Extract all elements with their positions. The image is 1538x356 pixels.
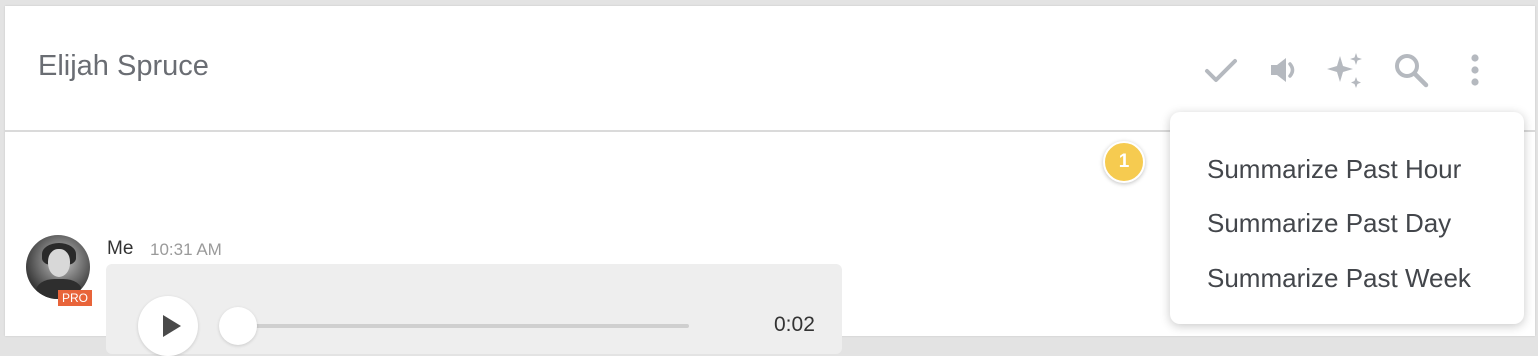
pro-badge: PRO — [58, 290, 93, 306]
menu-item-summarize-hour[interactable]: Summarize Past Hour — [1207, 154, 1461, 185]
summarize-menu: Summarize Past Hour Summarize Past Day S… — [1170, 112, 1524, 324]
audio-message: 0:02 — [106, 264, 842, 356]
chat-title: Elijah Spruce — [38, 50, 209, 82]
play-button[interactable] — [138, 296, 198, 356]
more-vert-icon[interactable] — [1455, 50, 1495, 90]
speaker-icon[interactable] — [1264, 50, 1304, 90]
menu-item-summarize-day[interactable]: Summarize Past Day — [1207, 208, 1451, 239]
notification-badge[interactable]: 1 — [1103, 141, 1145, 183]
audio-duration: 0:02 — [774, 313, 815, 336]
search-icon[interactable] — [1391, 50, 1431, 90]
message-timestamp: 10:31 AM — [150, 240, 222, 259]
audio-progress-track[interactable] — [226, 324, 689, 328]
chat-window: Elijah Spruce 1 PRO Me 10:31 AM 0:02 Sum… — [5, 6, 1535, 356]
check-icon[interactable] — [1201, 50, 1241, 90]
audio-seek-handle[interactable] — [219, 307, 257, 345]
menu-item-summarize-week[interactable]: Summarize Past Week — [1207, 263, 1471, 294]
message-sender: Me — [107, 238, 134, 259]
sparkle-icon[interactable] — [1325, 50, 1365, 90]
